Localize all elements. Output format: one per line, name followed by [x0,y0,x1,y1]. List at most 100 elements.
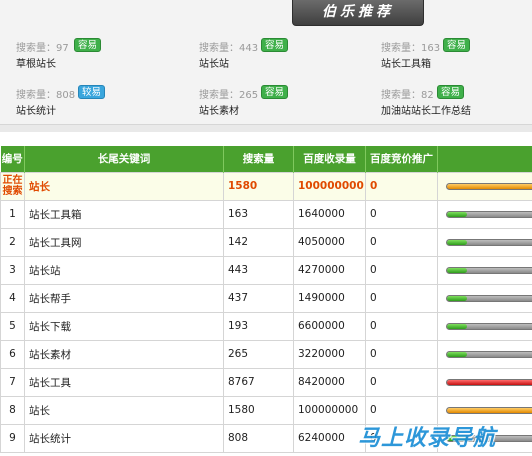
difficulty-bar [446,350,532,358]
row-indexed: 3220000 [293,339,366,369]
row-difficulty [437,339,532,369]
row-difficulty [437,227,532,257]
row-indexed: 6600000 [293,311,366,341]
recommend-item[interactable]: 搜索量：808 较易 站长统计 [16,85,166,121]
row-keyword[interactable]: 站长 [24,171,224,201]
row-keyword[interactable]: 站长帮手 [24,283,224,313]
row-keyword[interactable]: 站长工具网 [24,227,224,257]
difficulty-bar-fill [447,239,467,245]
row-difficulty [437,367,532,397]
row-index: 5 [0,311,25,341]
row-index: 7 [0,367,25,397]
row-volume: 193 [223,311,294,341]
difficulty-badge: 容易 [437,85,465,99]
row-keyword[interactable]: 站长工具 [24,367,224,397]
table-row[interactable]: 7 站长工具 8767 8420000 0 [0,367,532,397]
keyword-table: 编号 长尾关键词 搜索量 百度收录量 百度竞价推广 正在搜索 站长 1580 1000… [0,146,532,453]
row-keyword[interactable]: 站长工具箱 [24,199,224,229]
row-volume: 142 [223,227,294,257]
header-difficulty [437,146,532,172]
row-index: 3 [0,255,25,285]
difficulty-badge: 容易 [443,38,471,52]
recommend-item[interactable]: 搜索量：97 容易 草根站长 [16,38,166,74]
row-difficulty [437,255,532,285]
row-indexed: 1640000 [293,199,366,229]
difficulty-bar [446,182,532,190]
difficulty-badge: 容易 [74,38,102,52]
row-volume: 1580 [223,171,294,201]
header-indexed: 百度收录量 [293,146,366,172]
row-keyword[interactable]: 站长下载 [24,311,224,341]
row-indexed: 4270000 [293,255,366,285]
panel-title: 伯乐推荐 [292,0,424,26]
row-bid: 0 [365,171,438,201]
row-index: 4 [0,283,25,313]
recommend-item[interactable]: 搜索量：163 容易 站长工具箱 [381,38,531,74]
row-indexed: 6240000 [293,423,366,453]
recommend-keyword[interactable]: 草根站长 [16,58,166,72]
row-bid: 0 [365,311,438,341]
difficulty-badge: 较易 [78,85,106,99]
row-difficulty [437,283,532,313]
table-row[interactable]: 3 站长站 443 4270000 0 [0,255,532,285]
row-index: 2 [0,227,25,257]
difficulty-badge: 容易 [261,85,289,99]
row-indexed: 100000000 [293,395,366,425]
row-bid: 0 [365,339,438,369]
difficulty-bar-fill [447,295,467,301]
table-row[interactable]: 1 站长工具箱 163 1640000 0 [0,199,532,229]
difficulty-bar [446,266,532,274]
row-difficulty [437,171,532,201]
difficulty-bar [446,406,532,414]
difficulty-bar-fill [447,323,467,329]
difficulty-bar-fill [447,267,467,273]
table-row-current[interactable]: 正在搜索 站长 1580 100000000 0 [0,171,532,201]
row-volume: 1580 [223,395,294,425]
panel-divider [0,124,532,132]
row-keyword[interactable]: 站长素材 [24,339,224,369]
header-bid: 百度竞价推广 [365,146,438,172]
table-row[interactable]: 4 站长帮手 437 1490000 0 [0,283,532,313]
row-keyword[interactable]: 站长 [24,395,224,425]
row-volume: 265 [223,339,294,369]
recommend-panel: 伯乐推荐 搜索量：97 容易 草根站长 搜索量：443 容易 站长站 搜索量：1… [0,0,532,132]
difficulty-bar-fill [447,183,532,189]
recommend-keyword[interactable]: 站长工具箱 [381,58,531,72]
recommend-item[interactable]: 搜索量：443 容易 站长站 [199,38,349,74]
row-index: 正在搜索 [0,171,25,201]
table-header-row: 编号 长尾关键词 搜索量 百度收录量 百度竞价推广 [0,146,532,172]
table-row[interactable]: 2 站长工具网 142 4050000 0 [0,227,532,257]
recommend-keyword[interactable]: 站长站 [199,58,349,72]
row-bid: 0 [365,199,438,229]
row-volume: 443 [223,255,294,285]
row-index: 9 [0,423,25,453]
table-row[interactable]: 6 站长素材 265 3220000 0 [0,339,532,369]
row-bid: 0 [365,227,438,257]
recommend-keyword[interactable]: 加油站站长工作总结 [381,105,532,119]
recommend-keyword[interactable]: 站长素材 [199,105,349,119]
row-indexed: 4050000 [293,227,366,257]
row-bid: 0 [365,367,438,397]
row-indexed: 8420000 [293,367,366,397]
difficulty-bar [446,238,532,246]
row-volume: 808 [223,423,294,453]
difficulty-bar [446,294,532,302]
row-difficulty [437,199,532,229]
difficulty-bar-fill [447,211,467,217]
row-keyword[interactable]: 站长统计 [24,423,224,453]
row-indexed: 1490000 [293,283,366,313]
row-keyword[interactable]: 站长站 [24,255,224,285]
row-volume: 437 [223,283,294,313]
header-keyword: 长尾关键词 [24,146,224,172]
recommend-item[interactable]: 搜索量：82 容易 加油站站长工作总结 [381,85,532,121]
table-row[interactable]: 5 站长下载 193 6600000 0 [0,311,532,341]
difficulty-bar [446,322,532,330]
header-index: 编号 [0,146,25,172]
recommend-keyword[interactable]: 站长统计 [16,105,166,119]
row-difficulty [437,311,532,341]
difficulty-bar-fill [447,351,467,357]
difficulty-bar [446,210,532,218]
row-index: 6 [0,339,25,369]
recommend-item[interactable]: 搜索量：265 容易 站长素材 [199,85,349,121]
row-index: 1 [0,199,25,229]
